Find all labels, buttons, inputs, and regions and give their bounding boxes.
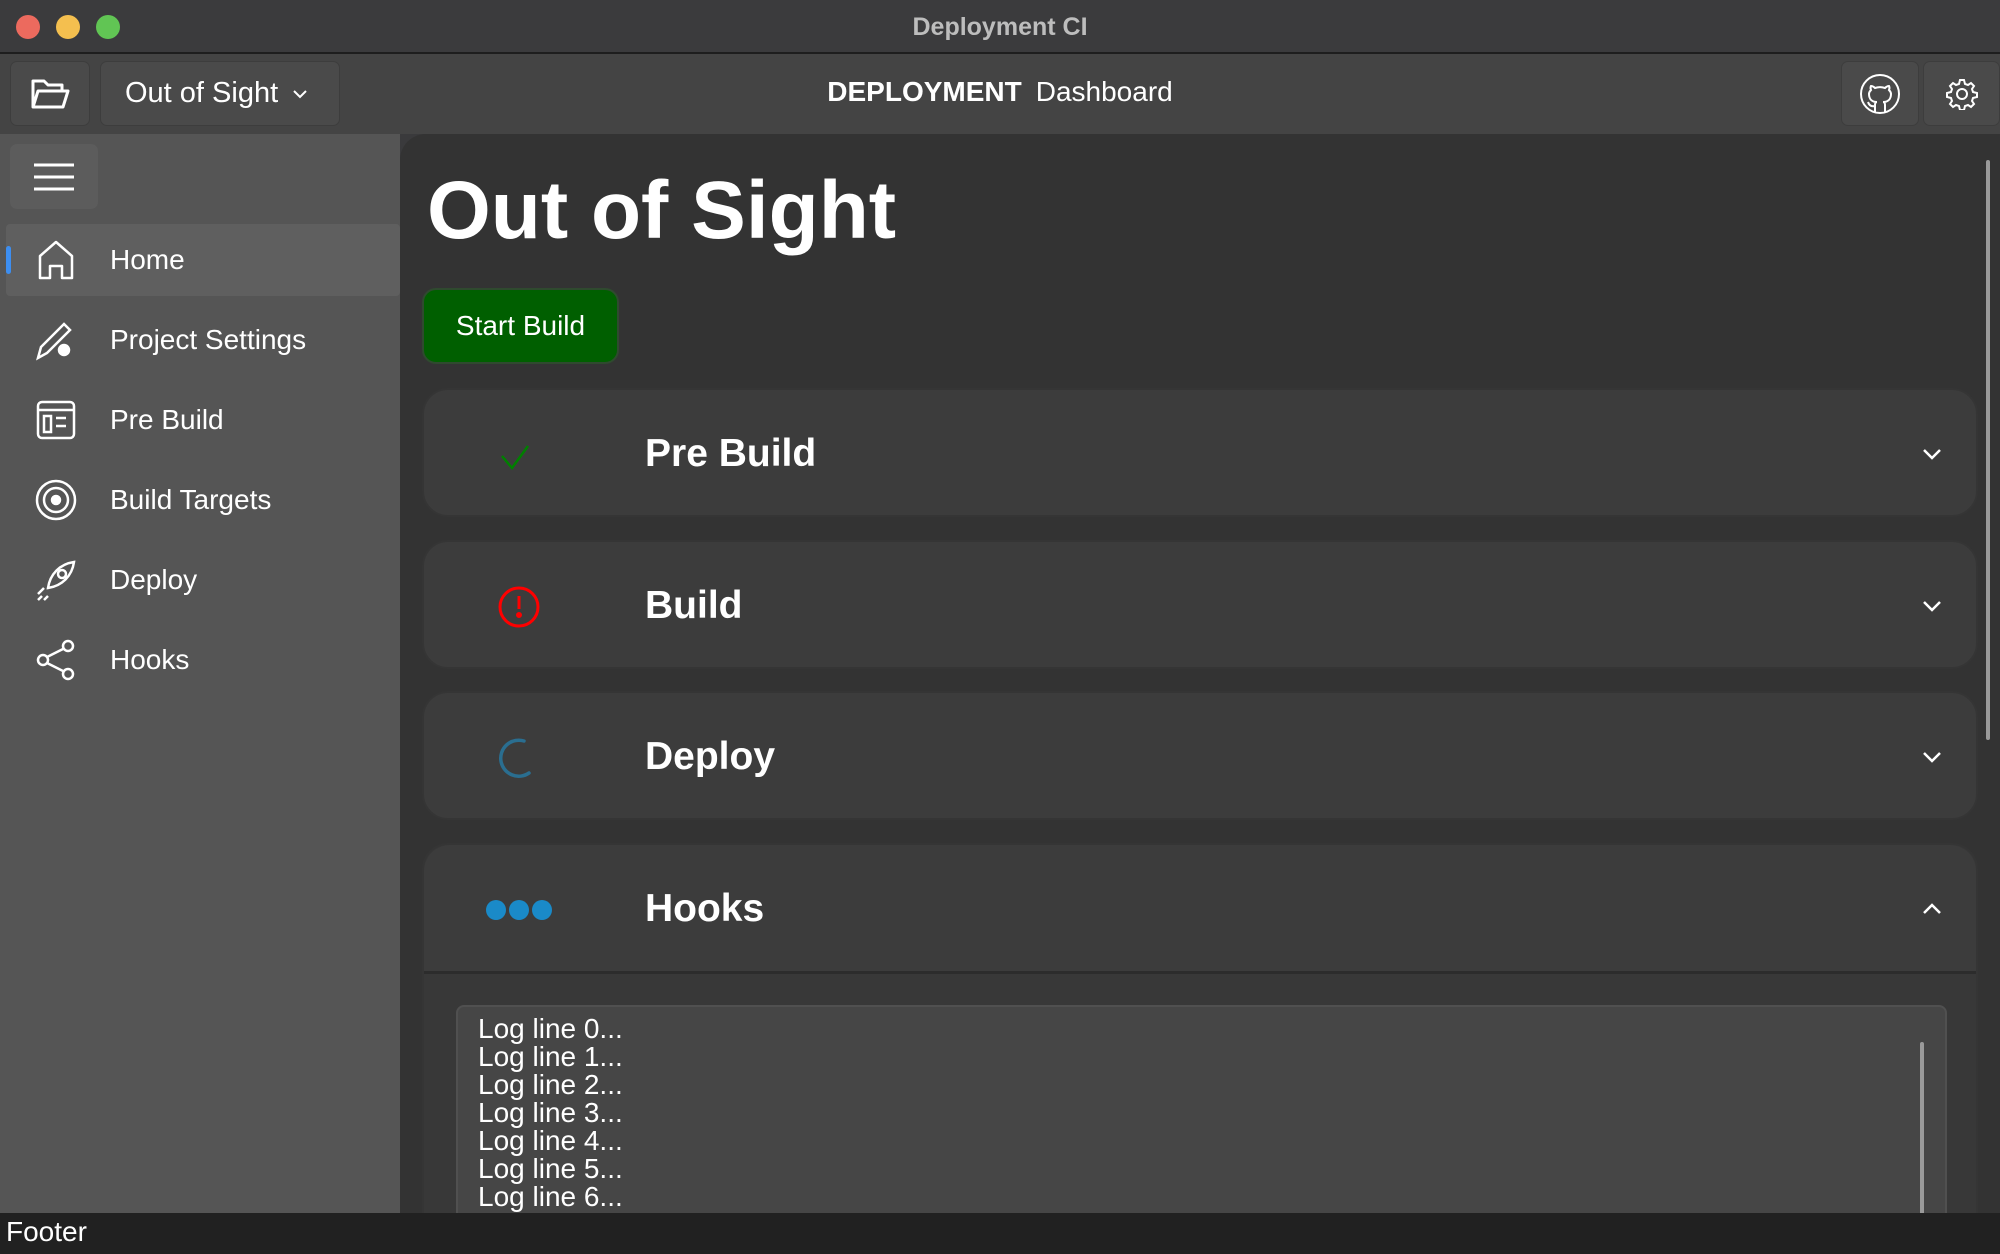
target-icon bbox=[35, 479, 77, 521]
log-line: Log line 4... bbox=[478, 1125, 623, 1156]
main-scrollbar[interactable] bbox=[1986, 160, 1990, 740]
log-line: Log line 1... bbox=[478, 1041, 623, 1072]
error-icon bbox=[498, 586, 540, 628]
sidebar-item-build-targets[interactable]: Build Targets bbox=[6, 464, 400, 536]
sidebar-item-label: Pre Build bbox=[110, 404, 224, 435]
pencil-gear-icon bbox=[36, 322, 72, 361]
stage-title: Hooks bbox=[645, 887, 765, 930]
stage-header-hooks[interactable]: Hooks bbox=[424, 845, 1976, 974]
stage-card-deploy[interactable]: Deploy bbox=[422, 691, 1978, 820]
sidebar-item-project-settings[interactable]: Project Settings bbox=[6, 304, 400, 376]
log-line: Log line 3... bbox=[478, 1097, 623, 1128]
chevron-up-icon[interactable] bbox=[1918, 895, 1946, 923]
stage-card-pre-build[interactable]: Pre Build bbox=[422, 388, 1978, 517]
sidebar: Home Project Settings Pre Build Build Ta… bbox=[0, 134, 400, 1214]
sidebar-item-hooks[interactable]: Hooks bbox=[6, 624, 400, 696]
log-line: Log line 0... bbox=[478, 1013, 623, 1044]
settings-button[interactable] bbox=[1923, 61, 2000, 126]
github-button[interactable] bbox=[1841, 61, 1919, 126]
sidebar-item-label: Home bbox=[110, 244, 185, 275]
check-icon bbox=[501, 445, 530, 471]
main-content: Out of Sight Start Build Pre Build Build… bbox=[400, 134, 2000, 1214]
chevron-down-icon[interactable] bbox=[1918, 743, 1946, 771]
menu-toggle-button[interactable] bbox=[10, 144, 98, 209]
toolbar: Out of Sight DEPLOYMENT Dashboard bbox=[0, 54, 2000, 134]
stage-title: Deploy bbox=[645, 735, 776, 778]
rocket-icon bbox=[37, 560, 76, 601]
chevron-down-icon[interactable] bbox=[1918, 592, 1946, 620]
header-text: Dashboard bbox=[1035, 76, 1173, 107]
log-line: Log line 6... bbox=[478, 1181, 623, 1212]
page-title: Out of Sight bbox=[427, 165, 897, 256]
github-icon bbox=[1860, 73, 1900, 114]
sidebar-item-label: Deploy bbox=[110, 564, 198, 595]
chevron-down-icon[interactable] bbox=[1918, 440, 1946, 468]
stage-card-hooks: Hooks Log line 0... Log line 1... Log li… bbox=[422, 843, 1978, 1214]
stage-title: Build bbox=[645, 584, 743, 627]
sidebar-item-label: Hooks bbox=[110, 644, 190, 675]
log-line: Log line 5... bbox=[478, 1153, 623, 1184]
log-output[interactable]: Log line 0... Log line 1... Log line 2..… bbox=[456, 1005, 1947, 1214]
footer: Footer bbox=[0, 1213, 2000, 1254]
share-icon bbox=[36, 639, 75, 681]
header-bold: DEPLOYMENT bbox=[827, 76, 1022, 107]
gear-icon bbox=[1945, 78, 1978, 110]
stage-title: Pre Build bbox=[645, 432, 817, 475]
sidebar-item-deploy[interactable]: Deploy bbox=[6, 544, 400, 616]
home-icon bbox=[38, 240, 74, 280]
hamburger-icon bbox=[34, 163, 74, 190]
sidebar-item-label: Project Settings bbox=[110, 324, 307, 355]
stage-card-build[interactable]: Build bbox=[422, 540, 1978, 669]
layout-icon bbox=[36, 400, 76, 440]
dots-icon bbox=[486, 900, 552, 920]
log-scrollbar[interactable] bbox=[1920, 1042, 1924, 1214]
start-build-button[interactable]: Start Build bbox=[422, 288, 619, 364]
window-title: Deployment CI bbox=[912, 13, 1088, 41]
log-line: Log line 2... bbox=[478, 1069, 623, 1100]
sidebar-item-label: Build Targets bbox=[110, 484, 272, 515]
spinner-icon bbox=[499, 738, 531, 778]
sidebar-item-pre-build[interactable]: Pre Build bbox=[6, 384, 400, 456]
title-bar: Deployment CI bbox=[0, 0, 2000, 54]
sidebar-item-home[interactable]: Home bbox=[6, 224, 400, 296]
app-header: DEPLOYMENT Dashboard bbox=[0, 76, 2000, 108]
